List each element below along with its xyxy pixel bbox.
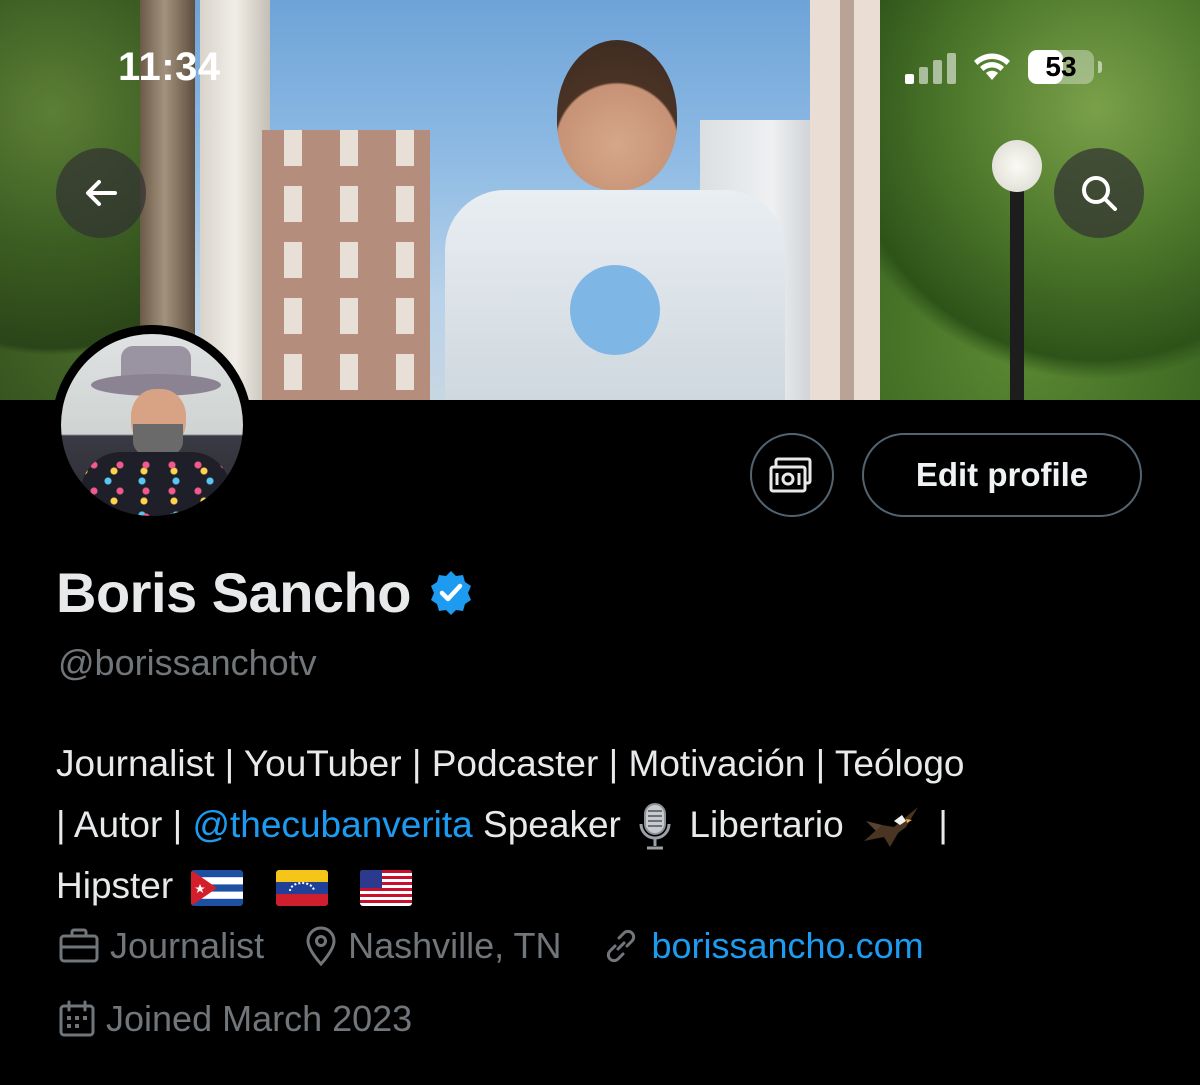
joined-row: Joined March 2023 <box>58 998 412 1040</box>
cuba-flag-icon <box>191 870 244 907</box>
battery-icon: 53 <box>1028 50 1102 84</box>
battery-percent: 53 <box>1045 51 1077 82</box>
website-link[interactable]: borissancho.com <box>651 925 923 967</box>
profile-bio: Journalist | YouTuber | Podcaster | Moti… <box>56 733 1166 916</box>
profile-meta-row: Journalist Nashville, TN borissancho.com <box>58 925 964 967</box>
microphone-emoji-icon <box>639 803 671 850</box>
avatar-photo <box>61 334 243 516</box>
back-arrow-icon <box>86 180 117 206</box>
venezuela-flag-icon <box>275 870 328 907</box>
banner-lamp-head <box>992 140 1042 192</box>
location-item: Nashville, TN <box>304 925 561 967</box>
tip-money-button[interactable] <box>750 433 834 517</box>
profile-avatar[interactable] <box>52 325 252 525</box>
bio-line-1: Journalist | YouTuber | Podcaster | Moti… <box>56 743 965 784</box>
banner-shirt-smiley <box>570 265 660 355</box>
bio-text-pipe: | <box>927 804 948 845</box>
location-label: Nashville, TN <box>348 925 562 966</box>
link-icon <box>607 929 636 963</box>
banner-brick-building <box>262 130 430 400</box>
banner-person <box>445 40 785 400</box>
location-pin-icon <box>306 926 336 967</box>
joined-date-label: Joined March 2023 <box>106 998 413 1039</box>
banner-person-head <box>557 40 677 190</box>
category-item: Journalist <box>58 925 264 967</box>
bio-text-hipster: Hipster <box>56 865 174 906</box>
money-icon <box>769 457 812 493</box>
eagle-emoji-icon <box>863 807 918 848</box>
search-button[interactable] <box>1054 148 1144 238</box>
bio-mention-link[interactable]: @thecubanverita <box>192 804 472 845</box>
category-label: Journalist <box>110 925 265 966</box>
verified-badge-icon[interactable] <box>427 569 475 617</box>
usa-flag-icon <box>360 870 413 907</box>
wifi-icon <box>974 53 1010 80</box>
cellular-signal-icon <box>905 50 956 84</box>
edit-profile-button[interactable]: Edit profile <box>862 433 1142 517</box>
back-button[interactable] <box>56 148 146 238</box>
bio-text-speaker: Speaker <box>472 804 621 845</box>
website-item[interactable]: borissancho.com <box>601 925 924 967</box>
search-icon <box>1082 176 1117 211</box>
status-bar-right: 53 <box>905 50 1102 84</box>
display-name: Boris Sancho <box>56 561 411 624</box>
calendar-icon <box>59 1000 95 1037</box>
bio-text-libertario: Libertario <box>679 804 844 845</box>
bio-text-autor: | Autor | <box>56 804 193 845</box>
status-bar-time: 11:34 <box>118 45 221 89</box>
profile-handle: @borissanchotv <box>58 642 317 683</box>
name-row: Boris Sancho <box>56 560 475 625</box>
banner-lamp-post <box>1010 160 1024 400</box>
briefcase-icon <box>59 928 99 963</box>
